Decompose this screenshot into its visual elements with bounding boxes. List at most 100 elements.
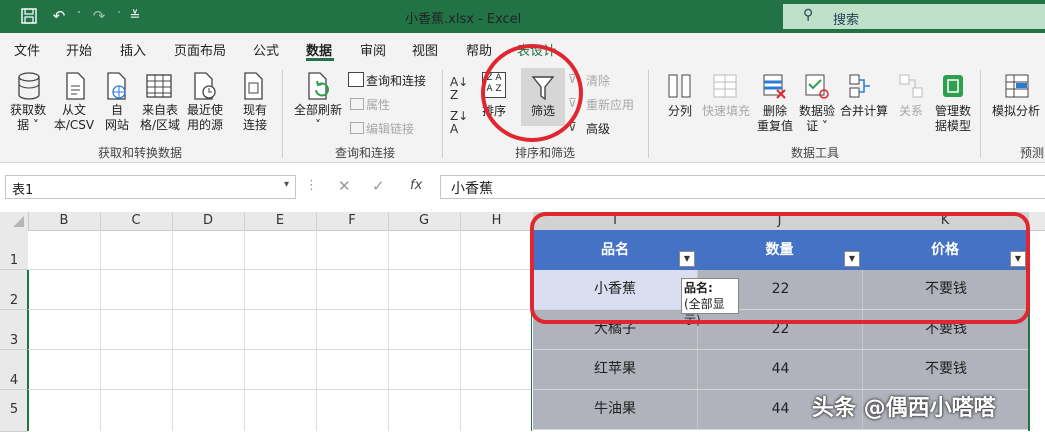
active-tab-indicator xyxy=(306,58,334,61)
name-box-dropdown-icon[interactable]: ▾ xyxy=(284,179,289,190)
from-text-csv-button[interactable]: 从文 本/CSV xyxy=(50,103,98,133)
refresh-icon xyxy=(306,72,332,103)
search-input[interactable]: ⚲ 搜索 xyxy=(783,4,1045,29)
text-to-columns-icon xyxy=(667,72,693,103)
tab-review[interactable]: 审阅 xyxy=(360,40,386,59)
column-header-c[interactable]: C xyxy=(100,212,173,230)
tab-help[interactable]: 帮助 xyxy=(466,40,492,59)
queries-connections-button[interactable]: 查询和连接 xyxy=(366,72,426,89)
text-to-columns-button[interactable]: 分列 xyxy=(660,104,700,119)
get-data-button[interactable]: 获取数 据 ˅ xyxy=(4,103,52,133)
tab-view[interactable]: 视图 xyxy=(412,40,438,59)
tab-insert[interactable]: 插入 xyxy=(120,40,146,59)
select-all-corner[interactable] xyxy=(0,212,29,230)
column-header-d[interactable]: D xyxy=(172,212,245,230)
row-header-5[interactable]: 5 xyxy=(0,390,28,432)
sort-za-icon[interactable]: Z↓ A xyxy=(450,110,468,136)
annotation-circle xyxy=(481,44,583,142)
cancel-icon[interactable]: ✕ xyxy=(338,177,351,195)
recent-sources-button[interactable]: 最近使 用的源 xyxy=(184,103,226,133)
window-title: 小香蕉.xlsx - Excel xyxy=(405,12,522,27)
watermark: 头条 @偶西小嗒嗒 xyxy=(812,396,996,421)
row-selection-indicator xyxy=(27,270,29,431)
column-header-b[interactable]: B xyxy=(28,212,101,230)
table-icon xyxy=(146,72,172,103)
tab-formulas[interactable]: 公式 xyxy=(253,40,279,59)
from-web-button[interactable]: 自 网站 xyxy=(100,103,134,133)
search-icon: ⚲ xyxy=(803,7,814,23)
name-box-value: 表1 xyxy=(12,183,34,198)
queries-group-label: 查询和连接 xyxy=(334,146,395,160)
gridline xyxy=(460,230,461,431)
table-cell[interactable]: 不要钱 xyxy=(862,350,1029,390)
redo-icon[interactable]: ↷ xyxy=(88,6,110,26)
recent-source-icon xyxy=(192,72,218,103)
data-tools-group-label: 数据工具 xyxy=(790,146,839,160)
gridline xyxy=(388,230,389,431)
tab-data[interactable]: 数据 xyxy=(306,40,332,59)
remove-duplicates-icon xyxy=(762,72,788,103)
manage-data-model-button[interactable]: 管理数 据模型 xyxy=(930,104,976,134)
column-header-f[interactable]: F xyxy=(316,212,389,230)
row-header-1[interactable]: 1 xyxy=(0,230,28,270)
ribbon-separator xyxy=(442,70,443,158)
name-box[interactable]: 表1 ▾ xyxy=(5,175,296,199)
row-header-4[interactable]: 4 xyxy=(0,350,28,390)
insert-function-icon[interactable]: fx xyxy=(410,178,422,193)
edit-links-icon xyxy=(350,122,364,134)
get-transform-group-label: 获取和转换数据 xyxy=(97,146,182,160)
relationships-button[interactable]: 关系 xyxy=(892,104,930,119)
enter-icon[interactable]: ✓ xyxy=(372,177,385,195)
annotation-box xyxy=(530,212,1030,324)
gridline xyxy=(244,230,245,431)
queries-connections-icon xyxy=(348,72,364,87)
data-model-icon xyxy=(940,72,966,103)
sort-filter-group-label: 排序和筛选 xyxy=(514,146,575,160)
table-cell[interactable]: 牛油果 xyxy=(533,390,697,430)
customize-icon[interactable]: ≚ xyxy=(124,6,146,26)
ribbon-separator xyxy=(648,70,649,158)
refresh-all-button[interactable]: 全部刷新 ˅ xyxy=(290,103,346,133)
gridline xyxy=(172,230,173,431)
gridline xyxy=(28,269,533,270)
table-cell[interactable]: 44 xyxy=(697,350,863,390)
row-header-3[interactable]: 3 xyxy=(0,310,28,350)
existing-connections-button[interactable]: 现有 连接 xyxy=(234,103,276,133)
gridline xyxy=(100,230,101,431)
save-icon[interactable] xyxy=(18,6,40,26)
tab-home[interactable]: 开始 xyxy=(66,40,92,59)
flash-fill-button[interactable]: 快速填充 xyxy=(700,104,752,119)
undo-dropdown-icon[interactable]: ˅ xyxy=(68,6,90,26)
column-header-g[interactable]: G xyxy=(388,212,461,230)
table-cell[interactable]: 红苹果 xyxy=(533,350,697,390)
gridline xyxy=(28,349,533,350)
reapply-button[interactable]: 重新应用 xyxy=(586,96,634,113)
gridline xyxy=(28,389,533,390)
properties-button[interactable]: 属性 xyxy=(366,96,390,113)
data-validation-icon xyxy=(804,72,830,103)
connection-icon xyxy=(242,72,268,103)
column-header-e[interactable]: E xyxy=(244,212,317,230)
consolidate-button[interactable]: 合并计算 xyxy=(838,104,890,119)
tab-file[interactable]: 文件 xyxy=(14,40,40,59)
data-validation-button[interactable]: 数据验 证 ˅ xyxy=(796,104,838,134)
tab-page-layout[interactable]: 页面布局 xyxy=(174,40,226,59)
undo-icon[interactable]: ↶ xyxy=(48,6,70,26)
sort-az-icon[interactable]: A↓ Z xyxy=(450,76,468,102)
formula-bar-grip-icon: ⋮ xyxy=(305,178,318,193)
database-icon xyxy=(16,72,42,103)
what-if-analysis-button[interactable]: 模拟分析 xyxy=(988,104,1044,119)
advanced-filter-button[interactable]: 高级 xyxy=(586,120,610,137)
gridline xyxy=(28,309,533,310)
clear-filter-button[interactable]: 清除 xyxy=(586,72,610,89)
remove-duplicates-button[interactable]: 删除 重复值 xyxy=(754,104,796,134)
column-header-h[interactable]: H xyxy=(460,212,534,230)
row-header-2[interactable]: 2 xyxy=(0,270,28,310)
ribbon-separator xyxy=(282,70,283,158)
what-if-icon xyxy=(1004,72,1030,103)
properties-icon xyxy=(350,98,364,110)
formula-input[interactable]: 小香蕉 xyxy=(440,175,1045,199)
edit-links-button[interactable]: 编辑链接 xyxy=(366,120,414,137)
consolidate-icon xyxy=(848,72,874,103)
from-table-range-button[interactable]: 来自表 格/区域 xyxy=(136,103,184,133)
